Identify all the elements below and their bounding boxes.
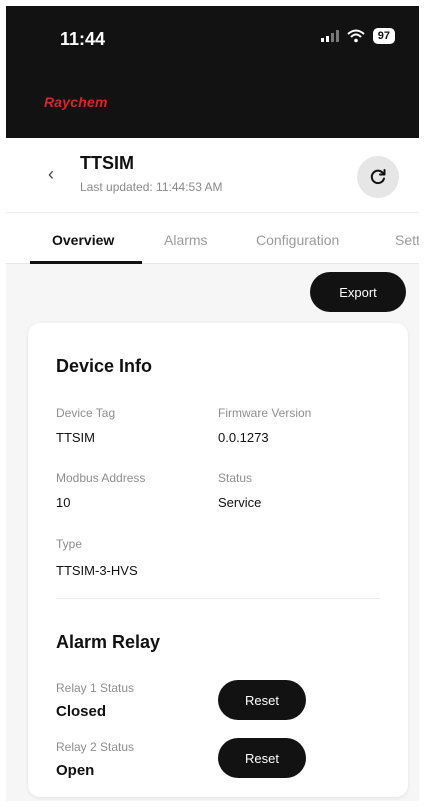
relay-2-reset-button[interactable]: Reset (218, 738, 306, 778)
wifi-icon (347, 29, 365, 43)
relay-2-label: Relay 2 Status (56, 740, 135, 754)
top-bar: 11:44 97 Raychem (6, 6, 419, 138)
tab-overview[interactable]: Overview (52, 232, 114, 248)
brand-logo: Raychem (44, 94, 108, 110)
page-header: ‹ TTSIM Last updated: 11:44:53 AM (6, 138, 419, 212)
chevron-left-icon[interactable]: ‹ (48, 165, 54, 183)
status-time: 11:44 (60, 29, 106, 49)
modbus-address-value: 10 (56, 495, 71, 510)
last-updated-text: Last updated: 11:44:53 AM (80, 180, 223, 194)
status-icons: 97 (320, 28, 395, 44)
type-value: TTSIM-3-HVS (56, 563, 138, 578)
tab-alarms[interactable]: Alarms (164, 232, 208, 248)
status-value: Service (218, 495, 262, 510)
cellular-signal-icon (320, 30, 339, 42)
firmware-version-label: Firmware Version (218, 406, 312, 420)
phone-screen: 11:44 97 Raychem ‹ TTSIM Last updated: 1… (6, 6, 419, 801)
active-tab-indicator (30, 261, 142, 264)
refresh-icon (370, 169, 386, 185)
device-tag-label: Device Tag (56, 406, 116, 420)
battery-icon: 97 (372, 28, 395, 44)
section-divider (56, 598, 380, 599)
device-tag-value: TTSIM (56, 430, 95, 445)
relay-1-value: Closed (56, 703, 107, 720)
tab-settings[interactable]: Setti (395, 232, 419, 248)
refresh-button[interactable] (357, 156, 399, 198)
status-label: Status (218, 471, 253, 485)
device-card: Device Info Device Tag TTSIM Firmware Ve… (28, 323, 408, 797)
relay-1-label: Relay 1 Status (56, 681, 135, 695)
relay-2-value: Open (56, 762, 95, 779)
firmware-version-value: 0.0.1273 (218, 430, 269, 445)
relay-1-reset-button[interactable]: Reset (218, 680, 306, 720)
modbus-address-label: Modbus Address (56, 471, 146, 485)
export-button[interactable]: Export (310, 272, 406, 312)
tab-bar: Overview Alarms Configuration Setti (6, 212, 419, 264)
alarm-relay-title: Alarm Relay (56, 632, 161, 652)
page-title: TTSIM (80, 153, 134, 173)
device-info-title: Device Info (56, 356, 153, 376)
tab-configuration[interactable]: Configuration (256, 232, 339, 248)
type-label: Type (56, 537, 83, 551)
